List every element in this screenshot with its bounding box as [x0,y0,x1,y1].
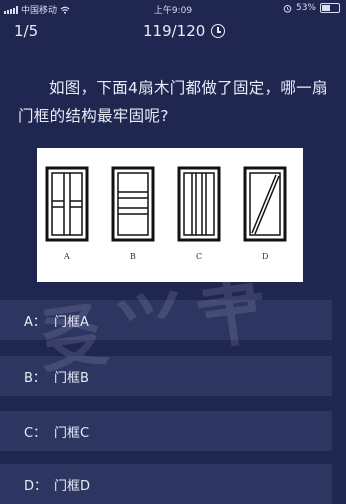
figure-label-b: B [130,252,136,261]
figure-label-c: C [196,252,203,261]
door-frames-figure: A B C D [37,148,303,282]
option-text: 门框A [54,314,89,330]
battery-percent: 53% [295,3,316,13]
status-bar: 中国移动 上午9:09 53% [0,0,346,16]
option-letter: D： [24,478,48,494]
question-progress: 1/5 [14,22,39,40]
door-frame-c [177,166,221,242]
figure-label-d: D [262,252,269,261]
option-a-button[interactable]: A： 门框A [0,300,332,340]
alarm-icon [283,4,292,13]
question-text: 如图，下面4扇木门都做了固定，哪一扇门框的结构最牢固呢? [18,79,328,125]
option-text: 门框C [54,425,90,441]
option-letter: A： [24,314,46,330]
quiz-header: 1/5 119/120 [0,22,346,44]
door-frames-drawing [45,166,287,242]
timer-text: 119/120 [143,22,206,40]
door-frame-a [45,166,89,242]
door-frame-b [111,166,155,242]
option-b-button[interactable]: B： 门框B [0,356,332,396]
option-text: 门框B [54,370,89,386]
clock-icon [211,24,226,38]
option-text: 门框D [54,478,91,494]
option-letter: B： [24,370,46,386]
option-d-button[interactable]: D： 门框D [0,464,332,504]
door-frame-d [243,166,287,242]
option-c-button[interactable]: C： 门框C [0,411,332,451]
timer: 119/120 [143,22,226,40]
figure-label-a: A [64,252,70,261]
option-letter: C： [24,425,47,441]
battery-icon [320,3,340,13]
status-right: 53% [283,3,340,13]
